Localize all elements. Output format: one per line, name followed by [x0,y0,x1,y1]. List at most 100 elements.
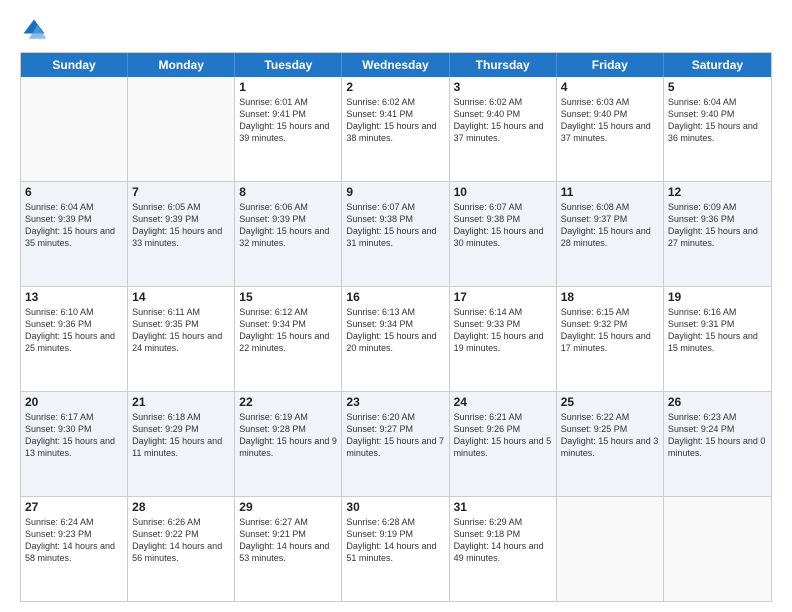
page: SundayMondayTuesdayWednesdayThursdayFrid… [0,0,792,612]
calendar-cell: 11 Sunrise: 6:08 AM Sunset: 9:37 PM Dayli… [557,182,664,286]
calendar-row: 27 Sunrise: 6:24 AM Sunset: 9:23 PM Dayli… [21,497,771,601]
calendar-cell: 21 Sunrise: 6:18 AM Sunset: 9:29 PM Dayli… [128,392,235,496]
day-number: 8 [239,185,337,199]
calendar-cell: 27 Sunrise: 6:24 AM Sunset: 9:23 PM Dayli… [21,497,128,601]
calendar-cell: 28 Sunrise: 6:26 AM Sunset: 9:22 PM Dayli… [128,497,235,601]
calendar-row: 1 Sunrise: 6:01 AM Sunset: 9:41 PM Daylig… [21,77,771,182]
calendar-row: 13 Sunrise: 6:10 AM Sunset: 9:36 PM Dayli… [21,287,771,392]
cell-info: Sunrise: 6:18 AM Sunset: 9:29 PM Dayligh… [132,411,230,460]
cell-info: Sunrise: 6:07 AM Sunset: 9:38 PM Dayligh… [454,201,552,250]
day-number: 18 [561,290,659,304]
calendar-cell: 13 Sunrise: 6:10 AM Sunset: 9:36 PM Dayli… [21,287,128,391]
cell-info: Sunrise: 6:02 AM Sunset: 9:41 PM Dayligh… [346,96,444,145]
cell-info: Sunrise: 6:16 AM Sunset: 9:31 PM Dayligh… [668,306,767,355]
cell-info: Sunrise: 6:21 AM Sunset: 9:26 PM Dayligh… [454,411,552,460]
calendar-cell: 29Sunrise: 6:27 AM Sunset: 9:21 PM Dayli… [235,497,342,601]
day-number: 16 [346,290,444,304]
cell-info: Sunrise: 6:03 AM Sunset: 9:40 PM Dayligh… [561,96,659,145]
calendar-cell: 20 Sunrise: 6:17 AM Sunset: 9:30 PM Dayli… [21,392,128,496]
day-number: 17 [454,290,552,304]
day-number: 21 [132,395,230,409]
cell-info: Sunrise: 6:17 AM Sunset: 9:30 PM Dayligh… [25,411,123,460]
day-number: 31 [454,500,552,514]
calendar-cell: 18 Sunrise: 6:15 AM Sunset: 9:32 PM Dayli… [557,287,664,391]
cell-info: Sunrise: 6:20 AM Sunset: 9:27 PM Dayligh… [346,411,444,460]
day-number: 25 [561,395,659,409]
cell-info: Sunrise: 6:23 AM Sunset: 9:24 PM Dayligh… [668,411,767,460]
calendar-cell: 22Sunrise: 6:19 AM Sunset: 9:28 PM Dayli… [235,392,342,496]
day-number: 11 [561,185,659,199]
cell-info: Sunrise: 6:11 AM Sunset: 9:35 PM Dayligh… [132,306,230,355]
logo-icon [20,16,48,44]
day-number: 30 [346,500,444,514]
logo [20,16,52,44]
day-number: 14 [132,290,230,304]
calendar-cell: 5 Sunrise: 6:04 AM Sunset: 9:40 PM Daylig… [664,77,771,181]
calendar: SundayMondayTuesdayWednesdayThursdayFrid… [20,52,772,602]
day-number: 29 [239,500,337,514]
calendar-cell: 26 Sunrise: 6:23 AM Sunset: 9:24 PM Dayli… [664,392,771,496]
calendar-cell: 23 Sunrise: 6:20 AM Sunset: 9:27 PM Dayli… [342,392,449,496]
cell-info: Sunrise: 6:08 AM Sunset: 9:37 PM Dayligh… [561,201,659,250]
day-number: 13 [25,290,123,304]
calendar-cell: 8Sunrise: 6:06 AM Sunset: 9:39 PM Daylig… [235,182,342,286]
cell-info: Sunrise: 6:26 AM Sunset: 9:22 PM Dayligh… [132,516,230,565]
weekday-header-tuesday: Tuesday [235,53,342,77]
calendar-cell: 6Sunrise: 6:04 AM Sunset: 9:39 PM Daylig… [21,182,128,286]
calendar-cell: 25Sunrise: 6:22 AM Sunset: 9:25 PM Dayli… [557,392,664,496]
calendar-cell: 1 Sunrise: 6:01 AM Sunset: 9:41 PM Daylig… [235,77,342,181]
weekday-header-thursday: Thursday [450,53,557,77]
day-number: 4 [561,80,659,94]
cell-info: Sunrise: 6:04 AM Sunset: 9:39 PM Dayligh… [25,201,123,250]
day-number: 28 [132,500,230,514]
calendar-cell [664,497,771,601]
cell-info: Sunrise: 6:04 AM Sunset: 9:40 PM Dayligh… [668,96,767,145]
calendar-body: 1 Sunrise: 6:01 AM Sunset: 9:41 PM Daylig… [21,77,771,601]
day-number: 10 [454,185,552,199]
day-number: 2 [346,80,444,94]
day-number: 5 [668,80,767,94]
cell-info: Sunrise: 6:14 AM Sunset: 9:33 PM Dayligh… [454,306,552,355]
cell-info: Sunrise: 6:02 AM Sunset: 9:40 PM Dayligh… [454,96,552,145]
cell-info: Sunrise: 6:15 AM Sunset: 9:32 PM Dayligh… [561,306,659,355]
cell-info: Sunrise: 6:05 AM Sunset: 9:39 PM Dayligh… [132,201,230,250]
day-number: 9 [346,185,444,199]
calendar-cell [557,497,664,601]
cell-info: Sunrise: 6:10 AM Sunset: 9:36 PM Dayligh… [25,306,123,355]
weekday-header-sunday: Sunday [21,53,128,77]
weekday-header-wednesday: Wednesday [342,53,449,77]
calendar-cell: 10 Sunrise: 6:07 AM Sunset: 9:38 PM Dayli… [450,182,557,286]
day-number: 24 [454,395,552,409]
day-number: 23 [346,395,444,409]
calendar-cell [21,77,128,181]
calendar-cell: 15Sunrise: 6:12 AM Sunset: 9:34 PM Dayli… [235,287,342,391]
weekday-header-monday: Monday [128,53,235,77]
day-number: 20 [25,395,123,409]
cell-info: Sunrise: 6:24 AM Sunset: 9:23 PM Dayligh… [25,516,123,565]
calendar-cell: 3 Sunrise: 6:02 AM Sunset: 9:40 PM Daylig… [450,77,557,181]
calendar-cell: 17 Sunrise: 6:14 AM Sunset: 9:33 PM Dayli… [450,287,557,391]
cell-info: Sunrise: 6:13 AM Sunset: 9:34 PM Dayligh… [346,306,444,355]
day-number: 3 [454,80,552,94]
calendar-cell: 24 Sunrise: 6:21 AM Sunset: 9:26 PM Dayli… [450,392,557,496]
calendar-cell: 9 Sunrise: 6:07 AM Sunset: 9:38 PM Daylig… [342,182,449,286]
calendar-cell: 19 Sunrise: 6:16 AM Sunset: 9:31 PM Dayli… [664,287,771,391]
calendar-cell: 2 Sunrise: 6:02 AM Sunset: 9:41 PM Daylig… [342,77,449,181]
calendar-cell: 14 Sunrise: 6:11 AM Sunset: 9:35 PM Dayli… [128,287,235,391]
day-number: 26 [668,395,767,409]
calendar-cell [128,77,235,181]
cell-info: Sunrise: 6:01 AM Sunset: 9:41 PM Dayligh… [239,96,337,145]
calendar-header: SundayMondayTuesdayWednesdayThursdayFrid… [21,53,771,77]
calendar-cell: 31 Sunrise: 6:29 AM Sunset: 9:18 PM Dayli… [450,497,557,601]
cell-info: Sunrise: 6:29 AM Sunset: 9:18 PM Dayligh… [454,516,552,565]
calendar-cell: 7 Sunrise: 6:05 AM Sunset: 9:39 PM Daylig… [128,182,235,286]
cell-info: Sunrise: 6:07 AM Sunset: 9:38 PM Dayligh… [346,201,444,250]
weekday-header-saturday: Saturday [664,53,771,77]
header [20,16,772,44]
day-number: 19 [668,290,767,304]
day-number: 7 [132,185,230,199]
cell-info: Sunrise: 6:19 AM Sunset: 9:28 PM Dayligh… [239,411,337,460]
day-number: 1 [239,80,337,94]
day-number: 27 [25,500,123,514]
day-number: 12 [668,185,767,199]
